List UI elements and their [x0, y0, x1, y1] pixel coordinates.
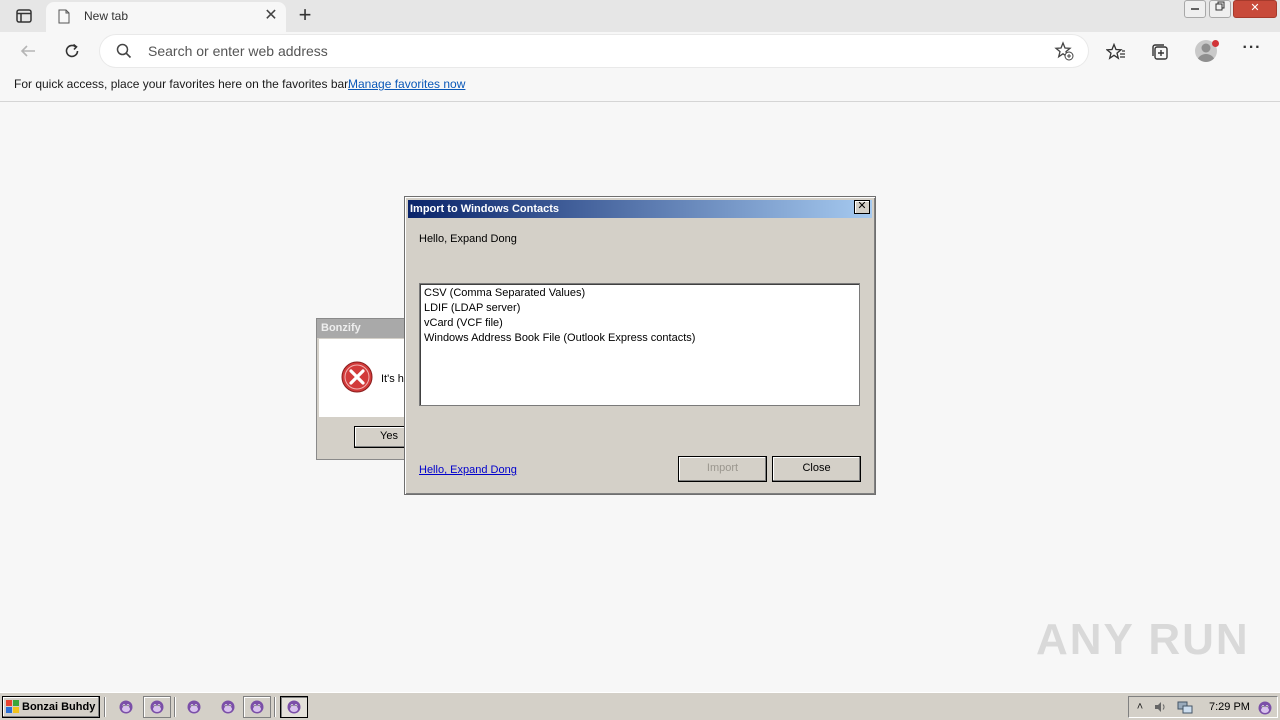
browser-toolbar: ··· [0, 32, 1280, 70]
watermark-text: ANY RUN [1036, 615, 1250, 664]
network-icon[interactable] [1177, 700, 1193, 714]
taskbar-separator [104, 697, 106, 717]
start-button[interactable]: Bonzai Buhdy [2, 696, 100, 718]
error-icon [341, 361, 373, 393]
bonzi-gorilla-icon[interactable] [1257, 700, 1272, 715]
list-item-csv[interactable]: CSV (Comma Separated Values) [424, 286, 855, 301]
settings-more-button[interactable]: ··· [1240, 40, 1264, 62]
show-hidden-icons-icon[interactable]: ˄ [1133, 700, 1147, 714]
import-button[interactable]: Import [678, 456, 767, 482]
import-contacts-dialog: Import to Windows Contacts ✕ Hello, Expa… [404, 196, 876, 495]
taskbar-separator [174, 697, 176, 717]
tab-actions-icon [16, 9, 32, 23]
manage-favorites-link[interactable]: Manage favorites now [348, 77, 465, 91]
tab-new-tab[interactable]: New tab ✕ [46, 2, 286, 32]
bonzi-gorilla-icon [221, 700, 235, 714]
taskbar-item-bonzi-2[interactable] [143, 696, 171, 718]
favorites-icon [1106, 43, 1125, 60]
tab-actions-menu-button[interactable] [12, 6, 36, 26]
back-arrow-icon [20, 45, 35, 57]
favorites-button[interactable] [1105, 41, 1127, 63]
collections-icon [1152, 44, 1168, 60]
start-label: Bonzai Buhdy [22, 701, 96, 713]
favorites-bar: For quick access, place your favorites h… [0, 70, 1280, 102]
taskbar-item-bonzi-4[interactable] [214, 696, 242, 718]
taskbar-clock[interactable]: 7:29 PM [1209, 701, 1250, 713]
close-window-button[interactable]: ✕ [1233, 0, 1277, 18]
profile-status-dot [1212, 40, 1219, 47]
bonzify-error-dialog: Bonzify It's h Yes [316, 318, 424, 460]
restore-button[interactable] [1209, 0, 1231, 18]
taskbar-separator [274, 697, 276, 717]
list-item-wab[interactable]: Windows Address Book File (Outlook Expre… [424, 331, 855, 346]
import-dialog-greeting: Hello, Expand Dong [419, 233, 517, 245]
anyrun-watermark: ANY RUN [1036, 606, 1250, 674]
taskbar-item-bonzi-5[interactable] [243, 696, 271, 718]
list-item-vcard[interactable]: vCard (VCF file) [424, 316, 855, 331]
new-tab-button[interactable]: + [293, 4, 317, 28]
bonzify-message: It's h [381, 373, 404, 385]
taskbar-item-bonzi-1[interactable] [112, 696, 140, 718]
back-button[interactable] [15, 39, 41, 63]
search-icon [116, 43, 132, 59]
taskbar-item-bonzi-active[interactable] [280, 696, 308, 718]
address-bar[interactable] [100, 35, 1088, 67]
taskbar-item-bonzi-3[interactable] [180, 696, 208, 718]
bonzi-gorilla-icon [250, 700, 264, 714]
system-tray: ˄ 7:29 PM [1128, 696, 1278, 718]
refresh-icon [65, 43, 79, 58]
bonzify-dialog-body: It's h [319, 339, 415, 417]
taskbar: Bonzai Buhdy ˄ 7:29 PM [0, 692, 1280, 720]
windows-logo-icon [6, 700, 19, 713]
address-input[interactable] [148, 41, 1028, 61]
bonzi-gorilla-icon [187, 700, 201, 714]
minimize-button[interactable] [1184, 0, 1206, 18]
tab-strip: New tab ✕ + ✕ [0, 0, 1280, 32]
bonzify-dialog-title: Bonzify [317, 319, 415, 338]
bonzi-gorilla-icon [119, 700, 133, 714]
add-favorite-star-icon [1054, 41, 1074, 61]
import-format-list[interactable]: CSV (Comma Separated Values) LDIF (LDAP … [419, 283, 860, 406]
list-item-ldif[interactable]: LDIF (LDAP server) [424, 301, 855, 316]
close-icon[interactable]: ✕ [854, 200, 870, 214]
add-favorite-button[interactable] [1054, 41, 1074, 64]
bonzi-gorilla-icon [150, 700, 164, 714]
import-dialog-link[interactable]: Hello, Expand Dong [419, 464, 517, 476]
collections-button[interactable] [1149, 41, 1171, 63]
tab-title: New tab [84, 9, 129, 23]
volume-icon[interactable] [1153, 700, 1167, 714]
refresh-button[interactable] [59, 39, 85, 63]
close-tab-icon[interactable]: ✕ [262, 7, 280, 25]
favorites-bar-hint: For quick access, place your favorites h… [14, 77, 351, 91]
page-icon [58, 9, 70, 24]
close-button[interactable]: Close [772, 456, 861, 482]
import-dialog-title: Import to Windows Contacts [408, 200, 872, 218]
bonzi-gorilla-icon [287, 700, 301, 714]
minimize-icon [1191, 8, 1199, 10]
restore-icon [1215, 1, 1225, 11]
